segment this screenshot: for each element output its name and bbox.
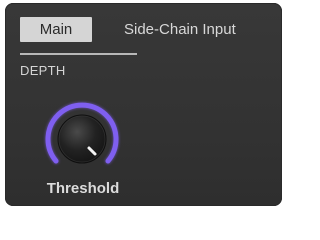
tab-side-chain-input[interactable]: Side-Chain Input	[124, 17, 236, 42]
tab-main[interactable]: Main	[20, 17, 92, 42]
plugin-panel: Main Side-Chain Input DEPTH Threshold	[5, 3, 282, 206]
threshold-label: Threshold	[46, 180, 120, 197]
threshold-knob[interactable]	[38, 98, 126, 178]
tab-underline	[20, 53, 137, 55]
knob-icon	[45, 102, 119, 164]
section-title-depth: DEPTH	[20, 63, 66, 78]
knob-body	[57, 114, 107, 164]
